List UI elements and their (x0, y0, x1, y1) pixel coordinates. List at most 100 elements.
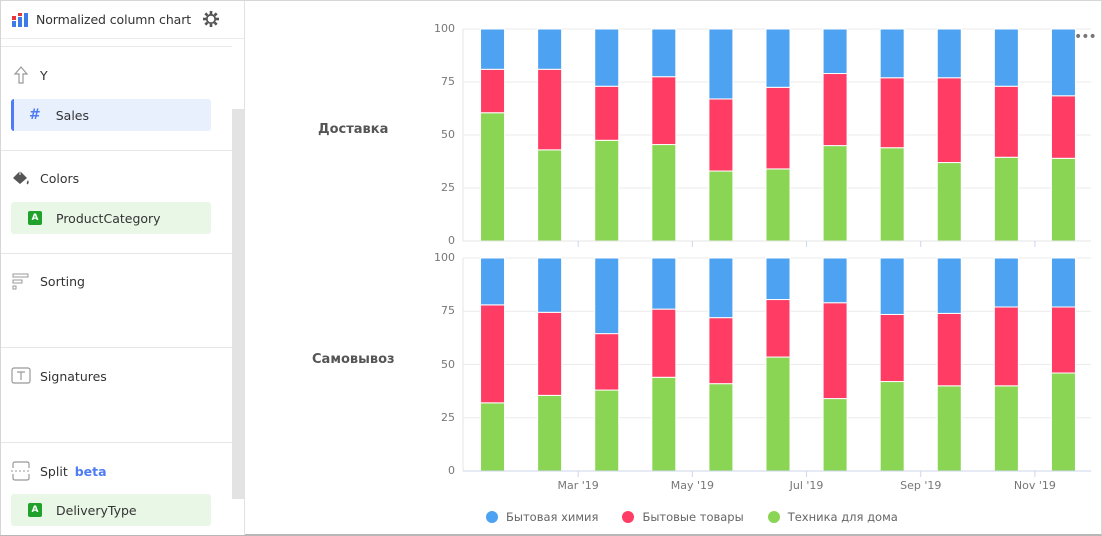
bar-segment (708, 317, 734, 385)
bar-segment (480, 402, 506, 472)
sorting-icon (11, 271, 31, 291)
legend-label: Бытовые товары (642, 510, 744, 524)
bar-segment (651, 76, 677, 146)
sidebar-scrollbar[interactable] (232, 109, 244, 499)
bar-segment (480, 304, 506, 404)
legend-item[interactable]: Бытовые товары (622, 510, 744, 524)
bar-segment (822, 73, 848, 147)
bar-segment (765, 168, 791, 242)
bar-segment (879, 28, 905, 79)
more-menu-button[interactable]: ••• (1074, 29, 1097, 45)
bar-segment (537, 68, 563, 151)
bar-segment (594, 257, 620, 335)
hash-icon: # (29, 107, 41, 123)
bar-segment (993, 156, 1019, 242)
split-panel-label: Доставка (318, 122, 389, 137)
bar-segment (879, 147, 905, 242)
section-y-title: Y (11, 65, 48, 85)
section-sorting-label: Sorting (40, 273, 85, 289)
bar-segment (651, 28, 677, 78)
field-chip-sales[interactable]: # Sales (11, 99, 211, 131)
divider (1, 347, 232, 348)
bar-segment (537, 257, 563, 313)
chart-svg (462, 28, 1091, 477)
chart-type-label: Normalized column chart (36, 12, 192, 27)
bar-segment (765, 257, 791, 301)
field-chip-deliverytype[interactable]: A DeliveryType (11, 494, 211, 526)
section-split-label: Split (40, 463, 68, 479)
legend-dot-icon (767, 511, 780, 523)
arrow-up-icon (11, 65, 31, 85)
section-signatures-title: Signatures (11, 366, 107, 386)
bar-segment (822, 257, 848, 304)
bar-segment (822, 145, 848, 242)
bar-segment (594, 389, 620, 472)
bar-segment (993, 385, 1019, 472)
y-tick-label: 0 (448, 234, 455, 247)
bar-segment (537, 394, 563, 472)
bar-segment (594, 85, 620, 141)
legend-dot-icon (622, 511, 635, 523)
field-chip-productcategory[interactable]: A ProductCategory (11, 202, 211, 234)
x-tick-label: May '19 (670, 479, 714, 492)
section-signatures-label: Signatures (40, 368, 107, 384)
bar-segment (480, 68, 506, 114)
bar-segment (936, 385, 962, 472)
bar-segment (708, 170, 734, 242)
y-tick-label: 25 (441, 181, 455, 194)
x-tick-label: Jul '19 (789, 479, 824, 492)
divider (1, 442, 232, 443)
bar-segment (936, 312, 962, 387)
section-sorting-title: Sorting (11, 271, 85, 291)
field-chip-label: Sales (55, 107, 90, 123)
chart-type-header[interactable]: Normalized column chart (1, 1, 244, 39)
y-tick-label: 100 (434, 251, 455, 264)
bar-segment (822, 28, 848, 75)
gear-icon[interactable] (201, 9, 221, 29)
bar-segment (594, 333, 620, 391)
y-tick-label: 100 (434, 22, 455, 35)
chart-area: 0 25 50 75 100 Доставка 0 25 50 75 100 Самовывоз Mar… (246, 1, 1102, 535)
x-tick-label: Mar '19 (557, 479, 599, 492)
bar-segment (1050, 95, 1076, 159)
bar-segment (993, 28, 1019, 87)
bar-segment (708, 257, 734, 319)
section-colors-label: Colors (40, 170, 80, 186)
bar-segment (1050, 157, 1076, 242)
bar-segment (651, 144, 677, 242)
bar-segment (651, 257, 677, 310)
bar-segment (993, 306, 1019, 387)
bar-segment (651, 308, 677, 378)
y-tick-label: 50 (441, 128, 455, 141)
bar-segment (879, 381, 905, 472)
split-panel-label: Самовывоз (312, 352, 395, 367)
beta-badge: beta (74, 463, 107, 479)
header-divider (1, 46, 232, 47)
bar-segment (765, 356, 791, 472)
sidebar: Normalized column chart Y # Sales Colors… (1, 1, 245, 535)
app-frame: Normalized column chart Y # Sales Colors… (0, 0, 1102, 536)
legend-label: Техника для дома (787, 510, 898, 524)
bar-segment (480, 28, 506, 70)
divider (1, 253, 232, 254)
bar-segment (993, 257, 1019, 308)
bar-segment (936, 257, 962, 314)
bar-segment (765, 299, 791, 358)
legend-item[interactable]: Техника для дома (767, 510, 898, 524)
bar-segment (993, 85, 1019, 158)
legend-label: Бытовая химия (506, 510, 599, 524)
bar-segment (936, 77, 962, 164)
bar-segment (708, 98, 734, 172)
bar-segment (1050, 257, 1076, 308)
dimension-icon: A (28, 211, 42, 225)
paint-bucket-icon (11, 168, 31, 188)
section-y-label: Y (40, 67, 48, 83)
x-tick-label: Nov '19 (1013, 479, 1056, 492)
bar-segment (1050, 28, 1076, 97)
y-tick-label: 0 (448, 464, 455, 477)
legend-item[interactable]: Бытовая химия (486, 510, 598, 524)
split-icon (11, 461, 31, 481)
field-chip-label: DeliveryType (56, 502, 137, 518)
section-colors-title: Colors (11, 168, 79, 188)
bar-segment (537, 28, 563, 70)
